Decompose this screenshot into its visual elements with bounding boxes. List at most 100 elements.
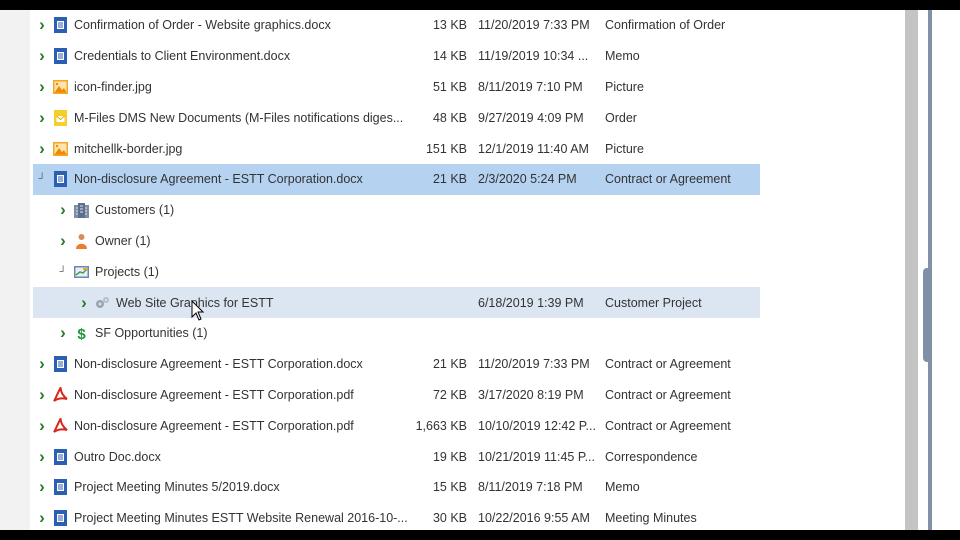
item-size: 15 KB [432, 480, 467, 495]
list-item[interactable]: › Confirmation of Order - Website graphic… [33, 10, 760, 41]
item-date: 10/21/2019 11:45 P... [478, 449, 596, 464]
item-name: Confirmation of Order - Website graphics… [74, 18, 331, 33]
item-type: Memo [605, 49, 640, 64]
item-date: 11/20/2019 7:33 PM [478, 18, 590, 33]
word-doc-icon [53, 510, 68, 527]
item-date: 8/11/2019 7:10 PM [478, 79, 583, 94]
pdf-icon [53, 415, 68, 434]
list-item[interactable]: › Credentials to Client Environment.docx 1… [33, 41, 760, 72]
list-item[interactable]: ┘ Projects (1) [33, 256, 760, 287]
word-doc-icon [53, 479, 68, 496]
item-type: Contract or Agreement [605, 387, 731, 402]
svg-text:$: $ [77, 326, 86, 341]
building-icon [74, 202, 89, 219]
email-icon [53, 109, 68, 126]
expand-chevron-icon[interactable]: › [37, 139, 47, 159]
expand-chevron-icon[interactable]: › [37, 385, 47, 405]
item-type: Contract or Agreement [605, 357, 731, 372]
item-type: Picture [605, 79, 644, 94]
list-item[interactable]: › Project Meeting Minutes ESTT Website Re… [33, 503, 760, 530]
expand-chevron-icon[interactable]: › [79, 293, 89, 313]
expand-chevron-icon[interactable]: › [37, 46, 47, 66]
item-type: Order [605, 110, 637, 125]
expand-chevron-icon[interactable]: › [58, 323, 68, 343]
item-name: Credentials to Client Environment.docx [74, 49, 291, 64]
expand-chevron-icon[interactable]: › [37, 447, 47, 467]
expand-chevron-icon[interactable]: › [37, 15, 47, 35]
list-item[interactable]: › Web Site Graphics for ESTT 6/18/2019 1:3… [33, 287, 760, 318]
list-item[interactable]: ┘ Non-disclosure Agreement - ESTT Corpora… [33, 163, 760, 195]
item-date: 9/27/2019 4:09 PM [478, 110, 584, 125]
item-size: 1,663 KB [415, 418, 467, 433]
expand-chevron-icon[interactable]: › [37, 416, 47, 436]
item-date: 10/10/2019 12:42 P... [478, 418, 596, 433]
expand-chevron-icon[interactable]: › [37, 508, 47, 528]
list-item[interactable]: › Outro Doc.docx 19 KB 10/21/2019 11:45 P..… [33, 441, 760, 472]
list-item[interactable]: › M-Files DMS New Documents (M-Files noti… [33, 102, 760, 133]
item-name: M-Files DMS New Documents (M-Files notif… [74, 110, 404, 125]
expand-chevron-icon[interactable]: › [58, 200, 68, 220]
item-size: 151 KB [425, 141, 467, 156]
word-doc-icon [53, 17, 68, 34]
item-name: Outro Doc.docx [74, 449, 161, 464]
item-date: 8/11/2019 7:18 PM [478, 480, 583, 495]
item-name: Projects (1) [95, 264, 159, 279]
item-type: Correspondence [605, 449, 698, 464]
item-name: Non-disclosure Agreement - ESTT Corporat… [74, 418, 354, 433]
item-type: Confirmation of Order [605, 18, 726, 33]
item-size: 21 KB [432, 172, 467, 187]
list-item[interactable]: › $ SF Opportunities (1) [33, 318, 760, 349]
item-name: Project Meeting Minutes ESTT Website Ren… [74, 511, 408, 526]
item-type: Customer Project [605, 295, 702, 310]
gears-icon [95, 295, 110, 311]
word-doc-icon [53, 356, 68, 373]
left-pane-edge [0, 10, 30, 530]
word-doc-icon [53, 171, 68, 188]
item-date: 11/20/2019 7:33 PM [478, 357, 590, 372]
list-item[interactable]: › Owner (1) [33, 226, 760, 257]
object-list: › Confirmation of Order - Website graphic… [33, 10, 760, 530]
item-date: 10/22/2016 9:55 AM [478, 511, 590, 526]
right-pane-collapse-handle[interactable] [923, 268, 932, 362]
item-name: icon-finder.jpg [74, 79, 152, 94]
vertical-scrollbar[interactable] [905, 10, 918, 530]
file-list-window: › Confirmation of Order - Website graphic… [0, 10, 960, 530]
item-date: 11/19/2019 10:34 ... [478, 49, 589, 64]
expand-chevron-icon[interactable]: › [37, 77, 47, 97]
item-name: Owner (1) [95, 233, 151, 248]
dollar-icon: $ [74, 325, 89, 343]
list-item[interactable]: › Non-disclosure Agreement - ESTT Corpora… [33, 410, 760, 441]
project-icon [74, 264, 89, 280]
list-item[interactable]: › mitchellk-border.jpg 151 KB 12/1/2019 11:… [33, 133, 760, 164]
item-size: 72 KB [432, 387, 467, 402]
list-item[interactable]: › Non-disclosure Agreement - ESTT Corpora… [33, 349, 760, 380]
item-name: Project Meeting Minutes 5/2019.docx [74, 480, 280, 495]
list-item[interactable]: › Customers (1) [33, 195, 760, 226]
list-item[interactable]: › Non-disclosure Agreement - ESTT Corpora… [33, 380, 760, 411]
mouse-cursor-icon [191, 300, 205, 321]
item-type: Contract or Agreement [605, 172, 731, 187]
item-date: 3/17/2020 8:19 PM [478, 387, 584, 402]
image-icon [53, 141, 68, 157]
item-size: 14 KB [432, 49, 467, 64]
item-name: Non-disclosure Agreement - ESTT Corporat… [74, 387, 354, 402]
collapse-chevron-icon[interactable]: ┘ [58, 266, 68, 277]
item-size: 51 KB [432, 79, 467, 94]
item-date: 2/3/2020 5:24 PM [478, 172, 577, 187]
collapse-chevron-icon[interactable]: ┘ [37, 174, 47, 185]
expand-chevron-icon[interactable]: › [37, 108, 47, 128]
expand-chevron-icon[interactable]: › [58, 231, 68, 251]
word-doc-icon [53, 448, 68, 465]
list-item[interactable]: › Project Meeting Minutes 5/2019.docx 15 K… [33, 472, 760, 503]
item-size: 13 KB [432, 18, 467, 33]
expand-chevron-icon[interactable]: › [37, 477, 47, 497]
item-name: mitchellk-border.jpg [74, 141, 183, 156]
list-item[interactable]: › icon-finder.jpg 51 KB 8/11/2019 7:10 PM Pi… [33, 72, 760, 103]
expand-chevron-icon[interactable]: › [37, 354, 47, 374]
item-type: Contract or Agreement [605, 418, 731, 433]
item-type: Picture [605, 141, 644, 156]
person-icon [74, 233, 89, 249]
item-type: Meeting Minutes [605, 511, 697, 526]
item-size: 21 KB [432, 357, 467, 372]
item-name: Non-disclosure Agreement - ESTT Corporat… [74, 172, 363, 187]
